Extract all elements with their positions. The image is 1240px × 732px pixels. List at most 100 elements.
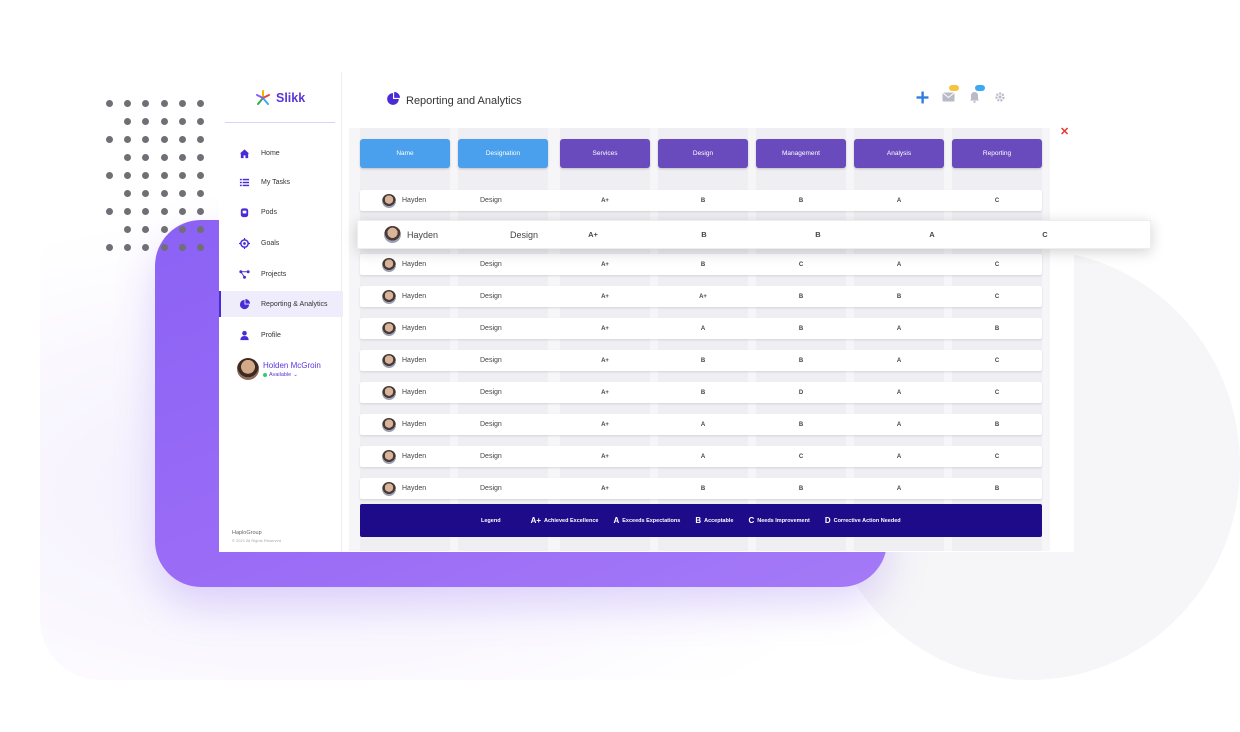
dot [197,118,204,125]
mail-icon[interactable] [941,85,959,104]
status-dropdown[interactable]: Available ⌄ [263,372,321,378]
dot [124,172,132,179]
column-header-services[interactable]: Services [560,139,650,168]
grade-cell: B [798,197,804,204]
legend-text: Achieved Excellence [544,517,599,524]
grade-cell: D [798,389,804,396]
table-row[interactable]: Hayden Design A+ A B A B [360,414,1042,435]
avatar [237,358,259,380]
grade-cell: C [994,293,1000,300]
grade-cell: A [896,325,902,332]
sidebar-item-pods[interactable]: Pods [219,199,341,225]
grade-cell: B [798,357,804,364]
dot [178,100,186,107]
plus-icon[interactable] [915,90,929,104]
sidebar-item-projects[interactable]: Projects [219,261,341,287]
grade-cell: A [896,357,902,364]
dot [178,190,186,197]
dot [124,244,132,251]
designation-cell: Design [510,229,539,240]
grade-cell: A [896,389,902,396]
grade-cell: B [700,197,706,204]
table-row[interactable]: Hayden Design A+ B C A C [360,254,1042,275]
dot [178,118,186,125]
legend-code: D [824,516,831,525]
grade-cell: A [700,421,706,428]
dot [142,136,150,143]
column-header-reporting[interactable]: Reporting [952,139,1042,168]
legend-bar: Legend A+ Achieved Excellence A Exceeds Expe… [360,504,1042,537]
dot [142,172,150,179]
name-cell: Hayden [382,446,426,467]
sidebar-item-profile[interactable]: Profile [219,322,341,348]
sidebar-item-label: Home [261,149,280,157]
sidebar-item-home[interactable]: Home [219,140,341,166]
sidebar: Slikk Home My Tasks Pods Goals Projects … [219,72,343,552]
close-icon[interactable]: ✕ [1060,125,1069,138]
legend-text: Corrective Action Needed [833,517,901,524]
table-row[interactable]: Hayden Design A+ B B A B [360,478,1042,499]
grade-cell: B [994,485,1000,492]
column-header-analysis[interactable]: Analysis [854,139,944,168]
dot [106,100,113,107]
legend-code: A [613,516,620,525]
list-icon [239,177,250,188]
column-header-design[interactable]: Design [658,139,748,168]
column-header-designation[interactable]: Designation [458,139,548,168]
header-actions [915,85,1007,104]
designation-cell: Design [480,421,502,428]
designation-cell: Design [480,325,502,332]
sidebar-item-reporting-analytics[interactable]: Reporting & Analytics [219,291,343,317]
pod-icon [239,207,250,218]
column-header-management[interactable]: Management [756,139,846,168]
legend-item: D Corrective Action Needed [825,516,901,525]
designation-cell: Design [480,485,502,492]
dot [160,136,168,143]
app-name: Slikk [276,91,306,105]
footer-copyright: © 2021 All Rights Reserved [232,538,281,543]
grade-cell: B [798,325,804,332]
grade-cell: A [896,421,902,428]
bell-icon[interactable] [967,85,985,104]
employee-name: Hayden [402,453,427,460]
legend-text: Acceptable [704,517,734,524]
dot [142,154,150,161]
employee-name: Hayden [402,485,427,492]
grade-cell: A [896,485,902,492]
legend-item: C Needs Improvement [748,516,809,525]
column-header-name[interactable]: Name [360,139,450,168]
user-profile[interactable]: Holden McGroin Available ⌄ [237,358,321,380]
sidebar-item-goals[interactable]: Goals [219,230,341,256]
highlighted-table-row[interactable]: Hayden Design A+ B B A C [357,220,1151,249]
gear-icon[interactable] [993,90,1007,104]
table-row[interactable]: Hayden Design A+ A+ B B C [360,286,1042,307]
grade-cell: C [994,357,1000,364]
dot [124,226,132,233]
dot [124,136,132,143]
grade-cell: A+ [601,453,609,460]
avatar [384,226,401,243]
grade-cell: C [994,453,1000,460]
table-row[interactable]: Hayden Design A+ B B A C [360,190,1042,211]
grade-cell: A [700,453,706,460]
sidebar-item-label: My Tasks [261,178,291,186]
dot [197,136,204,143]
table-row[interactable]: Hayden Design A+ B D A C [360,382,1042,403]
table-row[interactable]: Hayden Design A+ B B A C [360,350,1042,371]
table-row[interactable]: Hayden Design A+ A C A C [360,446,1042,467]
grade-cell: B [700,357,706,364]
grade-cell: B [700,389,706,396]
dot [160,118,168,125]
name-cell: Hayden [382,286,426,307]
designation-cell: Design [480,197,502,204]
chevron-down-icon: ⌄ [293,371,298,378]
name-cell: Hayden [382,414,426,435]
sidebar-item-my-tasks[interactable]: My Tasks [219,169,341,195]
grade-cell: A [700,325,706,332]
grade-cell: A+ [601,261,609,268]
sidebar-item-label: Goals [261,239,280,247]
grade-cell: B [798,421,804,428]
legend-item: A Exceeds Expectations [613,516,680,525]
table-row[interactable]: Hayden Design A+ A B A B [360,318,1042,339]
dot [178,154,186,161]
